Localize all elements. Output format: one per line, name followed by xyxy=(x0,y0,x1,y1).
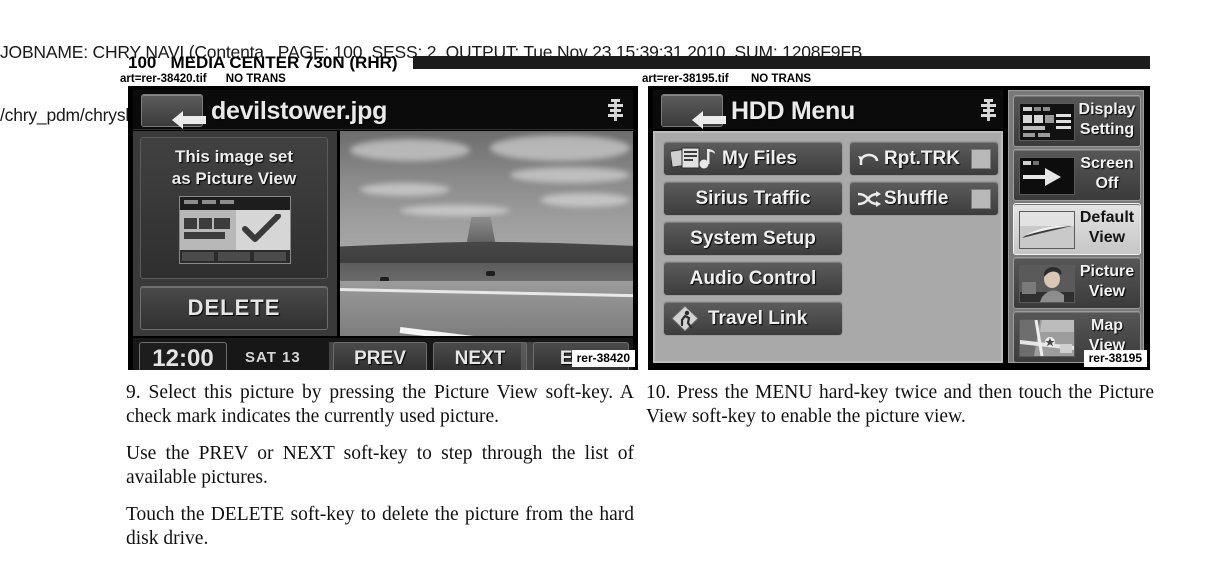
equalizer-icon[interactable] xyxy=(608,99,623,121)
picture-set-message-line1: This image set xyxy=(174,147,294,166)
repeat-track-toggle[interactable]: Rpt.TRK xyxy=(849,141,999,176)
body-text-left-column: 9. Select this picture by pressing the P… xyxy=(126,381,634,551)
screen-off-button[interactable]: Screen Off xyxy=(1013,149,1141,201)
thumb-right-pane xyxy=(236,210,290,250)
picture-viewer-left-column: This image set as Picture View DELETE xyxy=(133,131,337,336)
header-rule xyxy=(413,56,1150,69)
default-view-thumb xyxy=(1019,211,1075,249)
repeat-icon xyxy=(858,153,879,165)
system-setup-label: System Setup xyxy=(690,227,816,249)
my-files-button[interactable]: My Files xyxy=(663,141,843,176)
picture-viewer-bottom-bar: 12:00 SAT 13 PREV NEXT EXIT xyxy=(133,338,633,370)
travel-link-button[interactable]: Travel Link xyxy=(663,301,843,336)
screen-off-thumb xyxy=(1019,157,1075,195)
sirius-traffic-label: Sirius Traffic xyxy=(695,187,811,209)
shuffle-label: Shuffle xyxy=(884,187,949,209)
media-files-icon xyxy=(671,147,715,169)
figure-header-bar: 100 MEDIA CENTER 730N (RHR) xyxy=(128,53,1150,72)
picture-viewer-titlebar: devilstower.jpg xyxy=(133,90,633,130)
back-arrow-icon[interactable] xyxy=(141,94,206,129)
body-paragraph: 9. Select this picture by pressing the P… xyxy=(126,382,634,427)
hdd-menu-panel: My Files Sirius Traffic System Setup Aud… xyxy=(653,131,1003,363)
next-softkey[interactable]: NEXT xyxy=(433,342,527,370)
repeat-track-label: Rpt.TRK xyxy=(884,147,960,169)
picture-view-thumb xyxy=(1019,265,1075,303)
picture-set-message: This image set as Picture View xyxy=(141,146,327,190)
art-id-left: rer-38420 xyxy=(571,350,635,367)
hdd-side-button-column: Display Setting Screen Off Default View … xyxy=(1008,90,1144,363)
map-view-thumb xyxy=(1019,319,1075,357)
system-setup-button[interactable]: System Setup xyxy=(663,221,843,256)
display-setting-button[interactable]: Display Setting xyxy=(1013,95,1141,147)
back-arrow-icon[interactable] xyxy=(661,94,726,129)
devils-tower-photo xyxy=(340,131,633,336)
shuffle-icon xyxy=(857,191,881,207)
picture-file-name: devilstower.jpg xyxy=(211,97,388,125)
travel-link-label: Travel Link xyxy=(708,307,808,329)
picture-view-label: Picture View xyxy=(1079,263,1135,300)
prev-softkey[interactable]: PREV xyxy=(333,342,427,370)
thumb-bottom-bar xyxy=(180,250,290,263)
body-text-right-column: 10. Press the MENU hard-key twice and th… xyxy=(646,381,1154,429)
picture-set-message-box: This image set as Picture View xyxy=(140,137,328,279)
audio-control-button[interactable]: Audio Control xyxy=(663,261,843,296)
thumb-top-bar xyxy=(180,197,290,210)
hdd-menu-titlebar: HDD Menu xyxy=(653,90,1003,129)
delete-softkey[interactable]: DELETE xyxy=(140,286,328,330)
body-paragraph: 10. Press the MENU hard-key twice and th… xyxy=(646,382,1154,427)
date-display: SAT 13 xyxy=(245,349,301,366)
shuffle-toggle[interactable]: Shuffle xyxy=(849,181,999,216)
screenshot-hdd-menu: HDD Menu My Files Sirius Traffic System … xyxy=(648,86,1150,370)
picture-view-button[interactable]: Picture View xyxy=(1013,257,1141,309)
sirius-traffic-button[interactable]: Sirius Traffic xyxy=(663,181,843,216)
picture-view-thumbnail-check-icon xyxy=(179,196,291,264)
display-setting-label: Display Setting xyxy=(1078,101,1136,138)
default-view-label: Default View xyxy=(1079,209,1135,246)
audio-control-label: Audio Control xyxy=(689,267,817,289)
picture-set-message-line2: as Picture View xyxy=(171,169,297,188)
screenshot-picture-viewer: devilstower.jpg This image set as Pictur… xyxy=(128,86,638,370)
shuffle-checkbox[interactable] xyxy=(971,189,991,209)
default-view-button[interactable]: Default View xyxy=(1013,203,1141,255)
check-mark-icon xyxy=(242,214,281,242)
my-files-label: My Files xyxy=(722,147,797,169)
repeat-track-checkbox[interactable] xyxy=(971,149,991,169)
body-paragraph: Touch the DELETE soft-key to delete the … xyxy=(126,504,634,549)
figure-page-title: 100 MEDIA CENTER 730N (RHR) xyxy=(128,53,398,72)
art-tag-left: art=rer-38420.tif NO TRANS xyxy=(120,73,286,85)
thumb-left-pane xyxy=(180,210,236,250)
travel-link-icon xyxy=(671,305,699,332)
screen-off-label: Screen Off xyxy=(1080,155,1134,192)
art-id-right: rer-38195 xyxy=(1083,350,1147,367)
clock-display: 12:00 xyxy=(139,342,227,370)
art-tag-right: art=rer-38195.tif NO TRANS xyxy=(642,73,812,85)
hdd-menu-title: HDD Menu xyxy=(731,97,855,125)
display-setting-thumb xyxy=(1019,103,1075,141)
equalizer-icon[interactable] xyxy=(981,99,996,121)
photo-cow xyxy=(486,271,495,276)
body-paragraph: Use the PREV or NEXT soft-key to step th… xyxy=(126,443,634,488)
